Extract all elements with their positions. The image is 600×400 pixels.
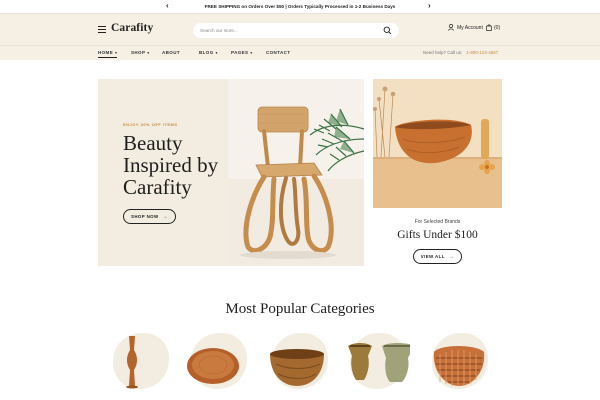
- nav-item-about[interactable]: ABOUT: [162, 50, 180, 55]
- site-logo[interactable]: Carafity: [111, 22, 153, 34]
- wooden-bowl-image: [270, 349, 324, 386]
- search-bar: [193, 23, 399, 38]
- nav-item-shop[interactable]: SHOP ▾: [131, 50, 150, 55]
- nav-item-home[interactable]: HOME ▾: [98, 50, 117, 55]
- chevron-down-icon: ▾: [115, 51, 118, 55]
- candlestick-image: [126, 336, 138, 389]
- account-link[interactable]: My Account: [448, 24, 483, 31]
- announcement-text: FREE SHIPPING on Orders Over $50 | Order…: [204, 4, 396, 9]
- cart-icon: [486, 24, 492, 31]
- cart-count: (0): [494, 24, 501, 31]
- chevron-down-icon: ▾: [250, 51, 253, 55]
- user-icon: [448, 24, 454, 31]
- site-header: Carafity My Account (0): [0, 13, 600, 45]
- promo-subtitle: For Selected Brands: [414, 219, 461, 225]
- search-icon[interactable]: [383, 26, 392, 35]
- help-contact: Need help? Call us: 1-800-123-4567: [423, 50, 498, 55]
- woven-basket-image: [433, 346, 485, 386]
- chevron-right-icon[interactable]: ›: [428, 1, 431, 10]
- category-item[interactable]: [107, 330, 173, 392]
- arrow-right-icon: →: [162, 213, 168, 220]
- ceramic-vases-image: [348, 343, 410, 382]
- announcement-bar: ‹ FREE SHIPPING on Orders Over $50 | Ord…: [0, 0, 600, 13]
- cart-link[interactable]: (0): [486, 24, 500, 31]
- shop-now-button[interactable]: SHOP NOW →: [123, 209, 176, 224]
- search-input[interactable]: [200, 28, 380, 33]
- help-phone[interactable]: 1-800-123-4567: [466, 50, 498, 55]
- nav-item-contact[interactable]: CONTACT: [266, 50, 290, 55]
- chevron-left-icon[interactable]: ‹: [166, 1, 169, 10]
- wooden-tray-image: [187, 348, 239, 384]
- nav-item-blog[interactable]: BLOG ▾: [199, 50, 218, 55]
- chevron-down-icon: ▾: [147, 51, 150, 55]
- nav-item-pages[interactable]: PAGES ▾: [231, 50, 253, 55]
- promo-title: Gifts Under $100: [397, 229, 478, 241]
- account-label: My Account: [457, 24, 483, 31]
- view-all-button[interactable]: VIEW ALL →: [413, 249, 462, 264]
- chevron-down-icon: ▾: [215, 51, 218, 55]
- hero-chair-image: [228, 79, 364, 266]
- category-item[interactable]: [266, 330, 332, 392]
- menu-icon[interactable]: [98, 26, 106, 33]
- hero-eyebrow: ENJOY 30% OFF ITEMS: [123, 122, 178, 127]
- promo-bowl-image: [373, 79, 502, 208]
- category-item[interactable]: [344, 330, 410, 392]
- help-text: Need help? Call us:: [423, 50, 463, 55]
- nav-active-indicator: [98, 57, 117, 58]
- arrow-right-icon: →: [448, 253, 455, 260]
- category-item[interactable]: [426, 330, 492, 392]
- main-nav: HOME ▾ SHOP ▾ ABOUT BLOG ▾ PAGES ▾ CONTACT N…: [0, 45, 600, 60]
- category-item[interactable]: [185, 330, 251, 392]
- categories-title: Most Popular Categories: [225, 301, 375, 317]
- hero-banner: ENJOY 30% OFF ITEMS Beauty Inspired by C…: [98, 79, 364, 266]
